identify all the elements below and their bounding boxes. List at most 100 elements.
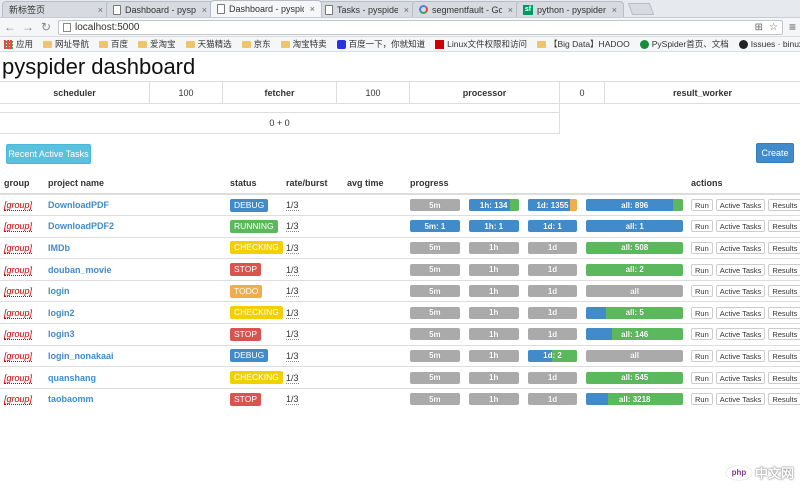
bookmark-star-icon[interactable]: ☆ (769, 22, 778, 33)
status-badge[interactable]: STOP (230, 263, 261, 277)
results-button[interactable]: Results (768, 285, 800, 298)
rate-burst-editable[interactable]: 1/3 (286, 242, 299, 254)
run-button[interactable]: Run (691, 328, 713, 341)
bookmark-item[interactable]: 【Big Data】HADOO (536, 38, 630, 50)
status-badge[interactable]: STOP (230, 327, 261, 341)
active-tasks-button[interactable]: Active Tasks (715, 199, 766, 212)
active-tasks-button[interactable]: Active Tasks (715, 263, 766, 276)
run-button[interactable]: Run (691, 349, 713, 362)
close-tab-icon[interactable]: × (202, 5, 207, 15)
results-button[interactable]: Results (768, 220, 800, 233)
run-button[interactable]: Run (691, 199, 713, 212)
browser-tab[interactable]: sf python - pyspider爬虫 × (516, 1, 624, 17)
project-name-link[interactable]: login (48, 286, 70, 296)
run-button[interactable]: Run (691, 241, 713, 254)
bookmark-item[interactable]: Issues · binux/pysp (738, 39, 800, 49)
close-tab-icon[interactable]: × (404, 5, 409, 15)
rate-burst-editable[interactable]: 1/3 (286, 350, 299, 362)
close-tab-icon[interactable]: × (98, 5, 103, 15)
group-editable[interactable]: [group] (4, 242, 33, 254)
results-button[interactable]: Results (768, 349, 800, 362)
results-button[interactable]: Results (768, 199, 800, 212)
recent-active-tasks-button[interactable]: Recent Active Tasks (6, 144, 91, 164)
status-badge[interactable]: STOP (230, 392, 261, 406)
rate-burst-editable[interactable]: 1/3 (286, 264, 299, 276)
active-tasks-button[interactable]: Active Tasks (715, 241, 766, 254)
results-button[interactable]: Results (768, 371, 800, 384)
project-name-link[interactable]: DownloadPDF2 (48, 221, 114, 231)
active-tasks-button[interactable]: Active Tasks (715, 220, 766, 233)
bookmark-item[interactable]: 爱淘宝 (138, 38, 176, 50)
active-tasks-button[interactable]: Active Tasks (715, 393, 766, 406)
bookmark-item[interactable]: 百度 (99, 38, 128, 50)
run-button[interactable]: Run (691, 263, 713, 276)
group-editable[interactable]: [group] (4, 394, 33, 406)
rate-burst-editable[interactable]: 1/3 (286, 394, 299, 406)
group-editable[interactable]: [group] (4, 286, 33, 298)
project-name-link[interactable]: IMDb (48, 243, 70, 253)
project-name-link[interactable]: taobaomm (48, 394, 94, 404)
results-button[interactable]: Results (768, 393, 800, 406)
bookmark-item[interactable]: PySpider首页、文档 (639, 38, 729, 50)
group-editable[interactable]: [group] (4, 350, 33, 362)
browser-tab[interactable]: segmentfault - Google × (412, 1, 520, 17)
rate-burst-editable[interactable]: 1/3 (286, 329, 299, 341)
group-editable[interactable]: [group] (4, 264, 33, 276)
bookmark-item[interactable]: 淘宝特卖 (280, 38, 327, 50)
create-project-button[interactable]: Create (756, 143, 794, 163)
active-tasks-button[interactable]: Active Tasks (715, 371, 766, 384)
results-button[interactable]: Results (768, 328, 800, 341)
bookmark-item[interactable]: 百度一下，你就知道 (336, 38, 425, 50)
browser-tab[interactable]: 新标签页 × (2, 1, 110, 17)
run-button[interactable]: Run (691, 220, 713, 233)
group-editable[interactable]: [group] (4, 307, 33, 319)
bookmark-item[interactable]: 天猫精选 (185, 38, 232, 50)
results-button[interactable]: Results (768, 306, 800, 319)
group-editable[interactable]: [group] (4, 372, 33, 384)
bookmark-item[interactable]: 应用 (4, 38, 33, 50)
status-badge[interactable]: TODO (230, 284, 263, 298)
reload-icon[interactable]: ↻ (40, 20, 52, 34)
rate-burst-editable[interactable]: 1/3 (286, 221, 299, 233)
forward-arrow-icon[interactable]: → (22, 20, 34, 34)
rate-burst-editable[interactable]: 1/3 (286, 307, 299, 319)
active-tasks-button[interactable]: Active Tasks (715, 285, 766, 298)
rate-burst-editable[interactable]: 1/3 (286, 372, 299, 384)
browser-menu-icon[interactable]: ≡ (789, 20, 796, 34)
active-tasks-button[interactable]: Active Tasks (715, 306, 766, 319)
browser-tab[interactable]: Dashboard - pyspider × (210, 0, 322, 17)
project-name-link[interactable]: DownloadPDF (48, 200, 109, 210)
project-name-link[interactable]: douban_movie (48, 265, 112, 275)
status-badge[interactable]: RUNNING (230, 219, 278, 233)
url-input[interactable]: localhost:5000 ⊞ ☆ (58, 19, 783, 35)
project-name-link[interactable]: login3 (48, 329, 75, 339)
browser-tab[interactable]: Tasks - pyspider × (318, 1, 416, 17)
group-editable[interactable]: [group] (4, 200, 33, 212)
group-editable[interactable]: [group] (4, 329, 33, 341)
status-badge[interactable]: CHECKING (230, 371, 283, 385)
translate-icon[interactable]: ⊞ (755, 22, 763, 33)
status-badge[interactable]: DEBUG (230, 198, 269, 212)
status-badge[interactable]: DEBUG (230, 349, 269, 363)
active-tasks-button[interactable]: Active Tasks (715, 328, 766, 341)
close-tab-icon[interactable]: × (310, 4, 315, 14)
status-badge[interactable]: CHECKING (230, 241, 283, 255)
results-button[interactable]: Results (768, 263, 800, 276)
bookmark-item[interactable]: 京东 (241, 38, 271, 50)
run-button[interactable]: Run (691, 393, 713, 406)
close-tab-icon[interactable]: × (508, 5, 513, 15)
run-button[interactable]: Run (691, 371, 713, 384)
project-name-link[interactable]: quanshang (48, 373, 96, 383)
close-tab-icon[interactable]: × (612, 5, 617, 15)
back-arrow-icon[interactable]: ← (4, 20, 16, 34)
browser-tab[interactable]: Dashboard - pyspider × (106, 1, 214, 17)
active-tasks-button[interactable]: Active Tasks (715, 349, 766, 362)
project-name-link[interactable]: login_nonakaai (48, 351, 114, 361)
status-badge[interactable]: CHECKING (230, 306, 283, 320)
bookmark-item[interactable]: 网址导航 (43, 38, 89, 50)
group-editable[interactable]: [group] (4, 221, 33, 233)
run-button[interactable]: Run (691, 285, 713, 298)
project-name-link[interactable]: login2 (48, 308, 75, 318)
bookmark-item[interactable]: Linux文件权限和访问 (435, 38, 527, 50)
new-tab-button[interactable] (627, 3, 655, 15)
